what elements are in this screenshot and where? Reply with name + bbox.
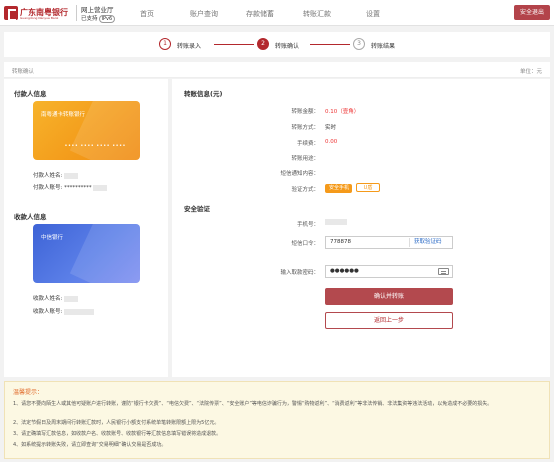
payer-title: 付款人信息 [14, 90, 47, 98]
payer-card-number: •••• •••• •••• •••• [64, 143, 126, 149]
step-connector-1 [214, 44, 254, 45]
payer-card-name: 南粤通卡转账银行 [41, 112, 86, 118]
payer-name-mask [64, 172, 79, 179]
notice-title: 温馨提示： [13, 389, 44, 396]
payer-name-label: 付款人姓名: [33, 173, 63, 179]
back-button[interactable]: 返回上一步 [325, 312, 453, 329]
transfer-info-title: 转账信息(元) [184, 90, 223, 98]
ipv6-status: 已支持 IPv6 [81, 14, 116, 23]
ipv6-badge: IPv6 [98, 15, 116, 23]
notice-line-2: 2、法定节假日及周末期间行转账汇款时，人民银行小额支付系统单笔转账限额上限为5亿… [13, 420, 220, 426]
keyboard-icon[interactable] [438, 268, 449, 275]
transfer-confirm-panel: 转账信息(元) 转账金额： 0.10（壹角） 转账方式： 实时 手续费： 0.0… [172, 79, 550, 377]
nav-account-query[interactable]: 账户查询 [190, 9, 218, 19]
step-1-circle: 1 [159, 38, 171, 50]
payee-name: 收款人姓名: [33, 294, 79, 302]
fee-value: 0.00 [325, 139, 338, 145]
notice-line-4: 4、如系统提示转账失败，请立即查询“交易明细”确认交易是否成功。 [13, 442, 167, 448]
ipv6-prefix: 已支持 [81, 16, 98, 22]
step-2-label: 转账确认 [275, 43, 300, 50]
party-info-panel: 付款人信息 南粤通卡转账银行 •••• •••• •••• •••• 付款人姓名… [4, 79, 168, 377]
logout-button[interactable]: 安全退出 [514, 5, 550, 20]
confirm-transfer-button[interactable]: 确认并转账 [325, 288, 453, 305]
password-input[interactable]: ●●●●●● [325, 265, 453, 278]
top-header: 广东南粤银行 Guangdong Nanyue Bank 网上营业厅 已支持 IP… [0, 0, 554, 26]
password-value: ●●●●●● [330, 268, 359, 274]
payee-account: 收款人账号: [33, 307, 95, 315]
amount-value: 0.10（壹角） [325, 109, 360, 115]
payee-card-name: 中信银行 [41, 235, 64, 241]
nav-deposit[interactable]: 存款储蓄 [246, 9, 274, 19]
phone-mask [325, 219, 347, 225]
payer-account: 付款人账号: ********** [33, 183, 108, 191]
phone-value [325, 219, 347, 226]
progress-steps: 1 转账录入 2 转账确认 3 转账结果 [4, 32, 550, 57]
notice-line-1: 1、请您不要向陌生人或其他可疑账户进行转账，谨防“银行卡欠费”、“电信欠费”、“… [13, 401, 493, 407]
amount-label: 转账金额： [291, 109, 319, 115]
notice-line-3: 3、请正确填写汇款信息，如收款户名、收款账号、收款银行等汇款信息填写错误将造成退… [13, 431, 222, 437]
sms-code-label: 短信口令： [291, 241, 319, 247]
step-3-circle: 3 [353, 38, 365, 50]
payer-account-mask [93, 184, 108, 191]
section-bar: 转账确认 单位：元 [4, 62, 550, 78]
get-code-button[interactable]: 获取验证码 [409, 238, 442, 247]
step-1-label: 转账录入 [177, 43, 202, 50]
payer-account-value: ********** [64, 185, 92, 191]
verify-options: 安全手机 U盾 [325, 183, 384, 193]
step-3-label: 转账结果 [371, 43, 396, 50]
bank-name-en: Guangdong Nanyue Bank [20, 16, 59, 20]
sms-code-input[interactable]: 778878 获取验证码 [325, 236, 453, 249]
payee-title: 收款人信息 [14, 213, 47, 221]
sms-code-value: 778878 [330, 239, 351, 245]
header-divider [76, 5, 77, 21]
sms-content-label: 短信通知内容： [280, 171, 319, 177]
phone-label: 手机号： [296, 222, 319, 228]
verify-option-ukey[interactable]: U盾 [356, 183, 380, 192]
notice-box: 温馨提示： 1、请您不要向陌生人或其他可疑账户进行转账，谨防“银行卡欠费”、“电… [4, 381, 550, 459]
purpose-label: 转账用途： [291, 156, 319, 162]
card-shine [69, 224, 140, 283]
nav-settings[interactable]: 设置 [366, 9, 380, 19]
step-2-circle: 2 [257, 38, 269, 50]
verify-option-phone[interactable]: 安全手机 [325, 184, 352, 193]
hall-label: 网上营业厅 [81, 6, 114, 14]
payee-name-mask [64, 295, 79, 302]
payer-card: 南粤通卡转账银行 •••• •••• •••• •••• [33, 101, 140, 160]
method-label: 转账方式： [291, 125, 319, 131]
nav-home[interactable]: 首页 [140, 9, 154, 19]
section-title: 转账确认 [12, 69, 35, 75]
nav-transfer[interactable]: 转账汇款 [303, 9, 331, 19]
verify-method-label: 验证方式： [291, 187, 319, 193]
bank-logo-icon [4, 6, 18, 21]
payee-name-label: 收款人姓名: [33, 296, 63, 302]
payee-card: 中信银行 [33, 224, 140, 283]
payer-account-label: 付款人账号: [33, 185, 63, 191]
step-connector-2 [310, 44, 350, 45]
password-label: 输入取款密码： [280, 270, 319, 276]
security-title: 安全验证 [184, 205, 210, 213]
method-value: 实时 [325, 125, 337, 131]
payee-account-mask [64, 308, 95, 315]
unit-label: 单位：元 [519, 69, 542, 75]
payer-name: 付款人姓名: [33, 171, 79, 179]
payee-account-label: 收款人账号: [33, 309, 63, 315]
fee-label: 手续费： [296, 141, 319, 147]
